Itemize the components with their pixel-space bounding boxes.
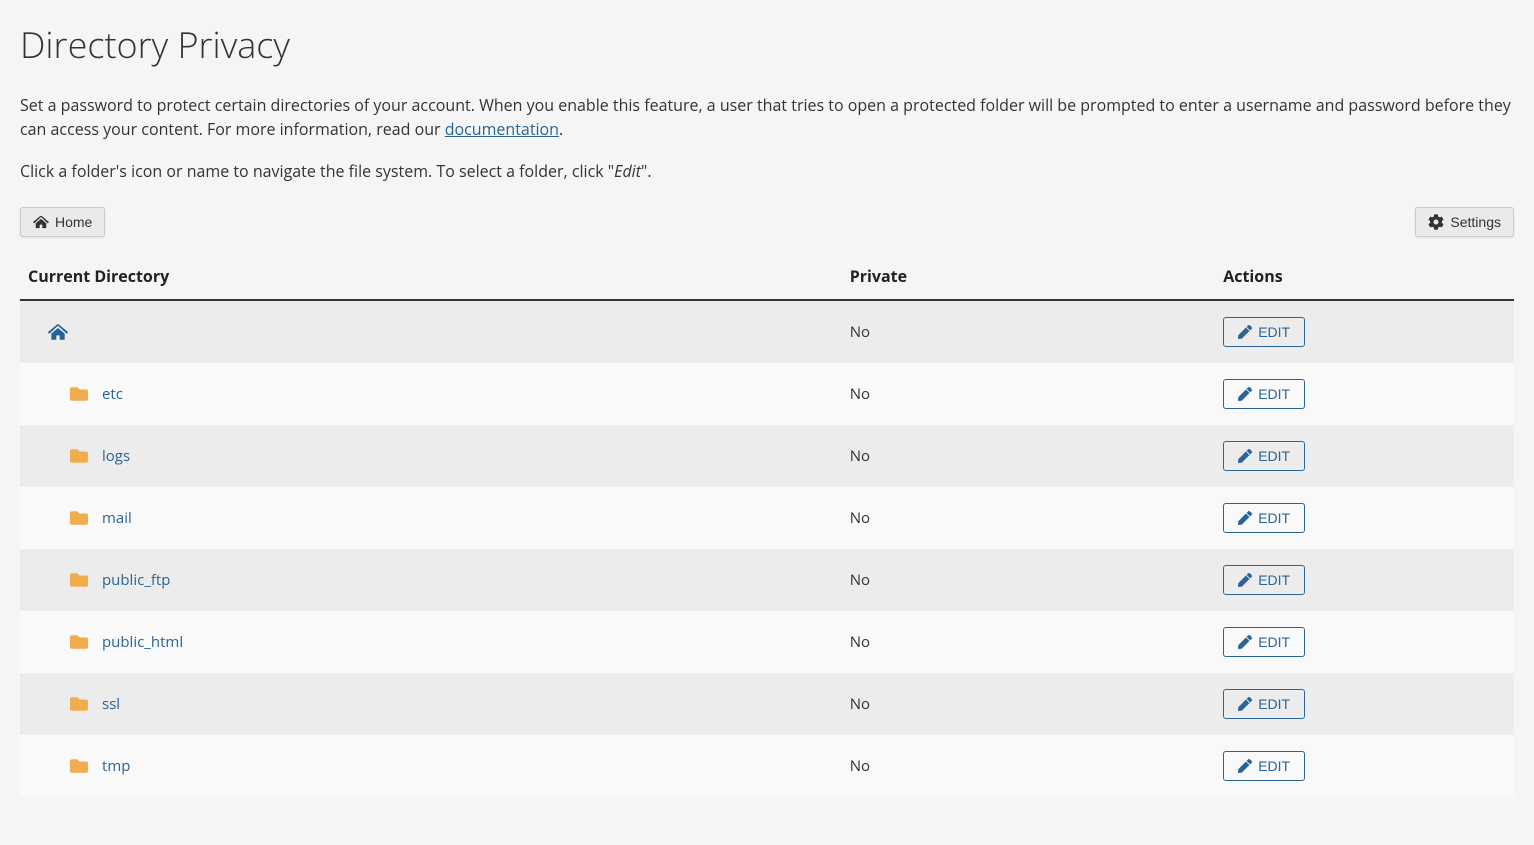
edit-button-label: EDIT [1258,696,1290,712]
private-value: No [842,735,1216,797]
private-value: No [842,549,1216,611]
private-value: No [842,363,1216,425]
description-2-text: Click a folder's icon or name to navigat… [20,160,614,182]
pencil-icon [1238,449,1252,463]
private-value: No [842,300,1216,363]
folder-link[interactable]: mail [102,508,132,528]
edit-button[interactable]: EDIT [1223,565,1305,595]
description-1: Set a password to protect certain direct… [20,93,1514,141]
edit-button-label: EDIT [1258,510,1290,526]
edit-button[interactable]: EDIT [1223,379,1305,409]
folder-icon[interactable] [68,571,90,589]
table-row: public_ftp No EDIT [20,549,1514,611]
edit-button-label: EDIT [1258,448,1290,464]
home-button-label: Home [55,214,92,230]
edit-button-label: EDIT [1258,572,1290,588]
folder-link[interactable]: logs [102,446,130,466]
edit-button-label: EDIT [1258,386,1290,402]
page-title: Directory Privacy [20,20,1514,69]
edit-button[interactable]: EDIT [1223,689,1305,719]
toolbar: Home Settings [20,207,1514,237]
edit-button-label: EDIT [1258,758,1290,774]
private-value: No [842,487,1216,549]
pencil-icon [1238,759,1252,773]
description-text: Set a password to protect certain direct… [20,94,1511,140]
pencil-icon [1238,387,1252,401]
folder-icon[interactable] [68,633,90,651]
folder-link[interactable]: etc [102,384,123,404]
table-row: No EDIT [20,300,1514,363]
description-text-tail: . [559,118,563,140]
edit-button[interactable]: EDIT [1223,751,1305,781]
header-actions: Actions [1215,255,1514,300]
description-2-em: Edit [614,160,641,182]
home-button[interactable]: Home [20,207,105,237]
folder-icon[interactable] [68,695,90,713]
header-private: Private [842,255,1216,300]
home-icon[interactable] [28,323,68,341]
private-value: No [842,611,1216,673]
header-current-directory: Current Directory [20,255,842,300]
gear-icon [1428,214,1444,230]
edit-button[interactable]: EDIT [1223,627,1305,657]
pencil-icon [1238,697,1252,711]
folder-icon[interactable] [68,509,90,527]
pencil-icon [1238,325,1252,339]
folder-icon[interactable] [68,757,90,775]
edit-button-label: EDIT [1258,634,1290,650]
private-value: No [842,673,1216,735]
edit-button[interactable]: EDIT [1223,317,1305,347]
table-row: ssl No EDIT [20,673,1514,735]
folder-icon[interactable] [68,385,90,403]
description-2: Click a folder's icon or name to navigat… [20,159,1514,183]
documentation-link[interactable]: documentation [445,118,559,140]
folder-link[interactable]: ssl [102,694,120,714]
settings-button-label: Settings [1450,214,1501,230]
edit-button-label: EDIT [1258,324,1290,340]
edit-button[interactable]: EDIT [1223,503,1305,533]
settings-button[interactable]: Settings [1415,207,1514,237]
table-row: mail No EDIT [20,487,1514,549]
pencil-icon [1238,511,1252,525]
home-icon [33,215,49,229]
table-row: tmp No EDIT [20,735,1514,797]
table-row: public_html No EDIT [20,611,1514,673]
private-value: No [842,425,1216,487]
pencil-icon [1238,635,1252,649]
folder-link[interactable]: public_html [102,632,183,652]
folder-link[interactable]: tmp [102,756,130,776]
folder-icon[interactable] [68,447,90,465]
table-row: etc No EDIT [20,363,1514,425]
edit-button[interactable]: EDIT [1223,441,1305,471]
description-2-tail: ". [641,160,652,182]
pencil-icon [1238,573,1252,587]
directory-table: Current Directory Private Actions No EDI… [20,255,1514,797]
folder-link[interactable]: public_ftp [102,570,170,590]
table-row: logs No EDIT [20,425,1514,487]
